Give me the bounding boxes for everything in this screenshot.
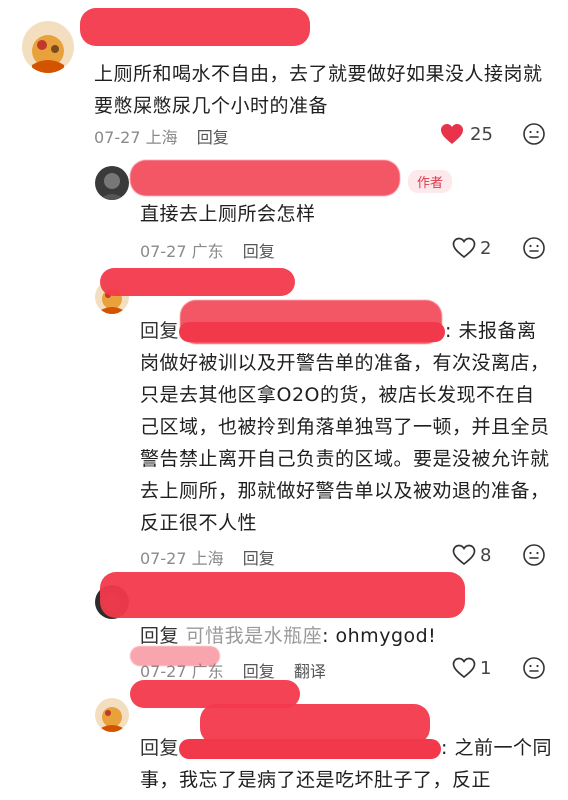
- reply-button[interactable]: 回复: [243, 662, 275, 681]
- like-count: 25: [470, 124, 493, 145]
- reply-prefix: 回复: [140, 320, 180, 342]
- redaction-overlay: [130, 646, 220, 666]
- comment-emoji-icon[interactable]: [522, 656, 546, 684]
- redacted-username: [80, 8, 310, 46]
- like-button[interactable]: [452, 237, 476, 263]
- like-count: 1: [480, 658, 492, 679]
- redacted-username: [130, 160, 400, 196]
- reply-button[interactable]: 回复: [243, 242, 275, 261]
- comment-meta: 07-27 上海 回复: [140, 545, 275, 569]
- comment-location: 上海: [145, 128, 178, 147]
- reply-button[interactable]: 回复: [243, 549, 275, 568]
- like-button[interactable]: [452, 544, 476, 570]
- comment-emoji-icon[interactable]: [522, 543, 546, 571]
- comment-date: 07-27: [94, 128, 141, 147]
- comment-date: 07-27: [140, 242, 187, 261]
- reply-prefix: 回复: [140, 737, 180, 759]
- avatar[interactable]: [95, 166, 129, 200]
- comment-meta: 07-27 上海 回复: [94, 124, 229, 148]
- like-button[interactable]: [452, 657, 476, 683]
- comment-location: 广东: [191, 242, 224, 261]
- like-button[interactable]: [440, 123, 464, 149]
- heart-icon: [452, 237, 476, 259]
- comment-body: : ohmygod!: [322, 625, 437, 647]
- author-badge: 作者: [408, 170, 453, 193]
- reply-target-name[interactable]: 可惜我是水瓶座: [186, 625, 323, 647]
- comment-text: 回复: 未报备离岗做好被训以及开警告单的准备，有次没离店，只是去其他区拿O2O的…: [140, 315, 552, 539]
- heart-icon: [452, 544, 476, 566]
- comment-body: : 未报备离岗做好被训以及开警告单的准备，有次没离店，只是去其他区拿O2O的货，…: [140, 320, 550, 534]
- comment-location: 上海: [191, 549, 224, 568]
- reply-button[interactable]: 回复: [197, 128, 229, 147]
- avatar[interactable]: [95, 698, 129, 732]
- comment-emoji-icon[interactable]: [522, 236, 546, 264]
- heart-icon: [441, 124, 463, 144]
- like-count: 2: [480, 238, 492, 259]
- redacted-reply-target: [179, 738, 442, 759]
- comment-text: 上厕所和喝水不自由，去了就要做好如果没人接岗就要憋屎憋尿几个小时的准备: [94, 63, 543, 117]
- like-count: 8: [480, 545, 492, 566]
- avatar[interactable]: [22, 21, 74, 73]
- comment-emoji-icon[interactable]: [522, 122, 546, 150]
- translate-button[interactable]: 翻译: [294, 662, 326, 681]
- redaction-overlay: [180, 300, 442, 344]
- comment-text: 直接去上厕所会怎样: [140, 203, 316, 225]
- comment-text: 回复: 之前一个同事，我忘了是病了还是吃坏肚子了，反正: [140, 732, 552, 796]
- reply-prefix: 回复: [140, 625, 180, 647]
- comment-meta: 07-27 广东 回复: [140, 238, 275, 262]
- redacted-username: [100, 572, 465, 618]
- heart-icon: [452, 657, 476, 679]
- comment-date: 07-27: [140, 549, 187, 568]
- redacted-username: [100, 268, 295, 296]
